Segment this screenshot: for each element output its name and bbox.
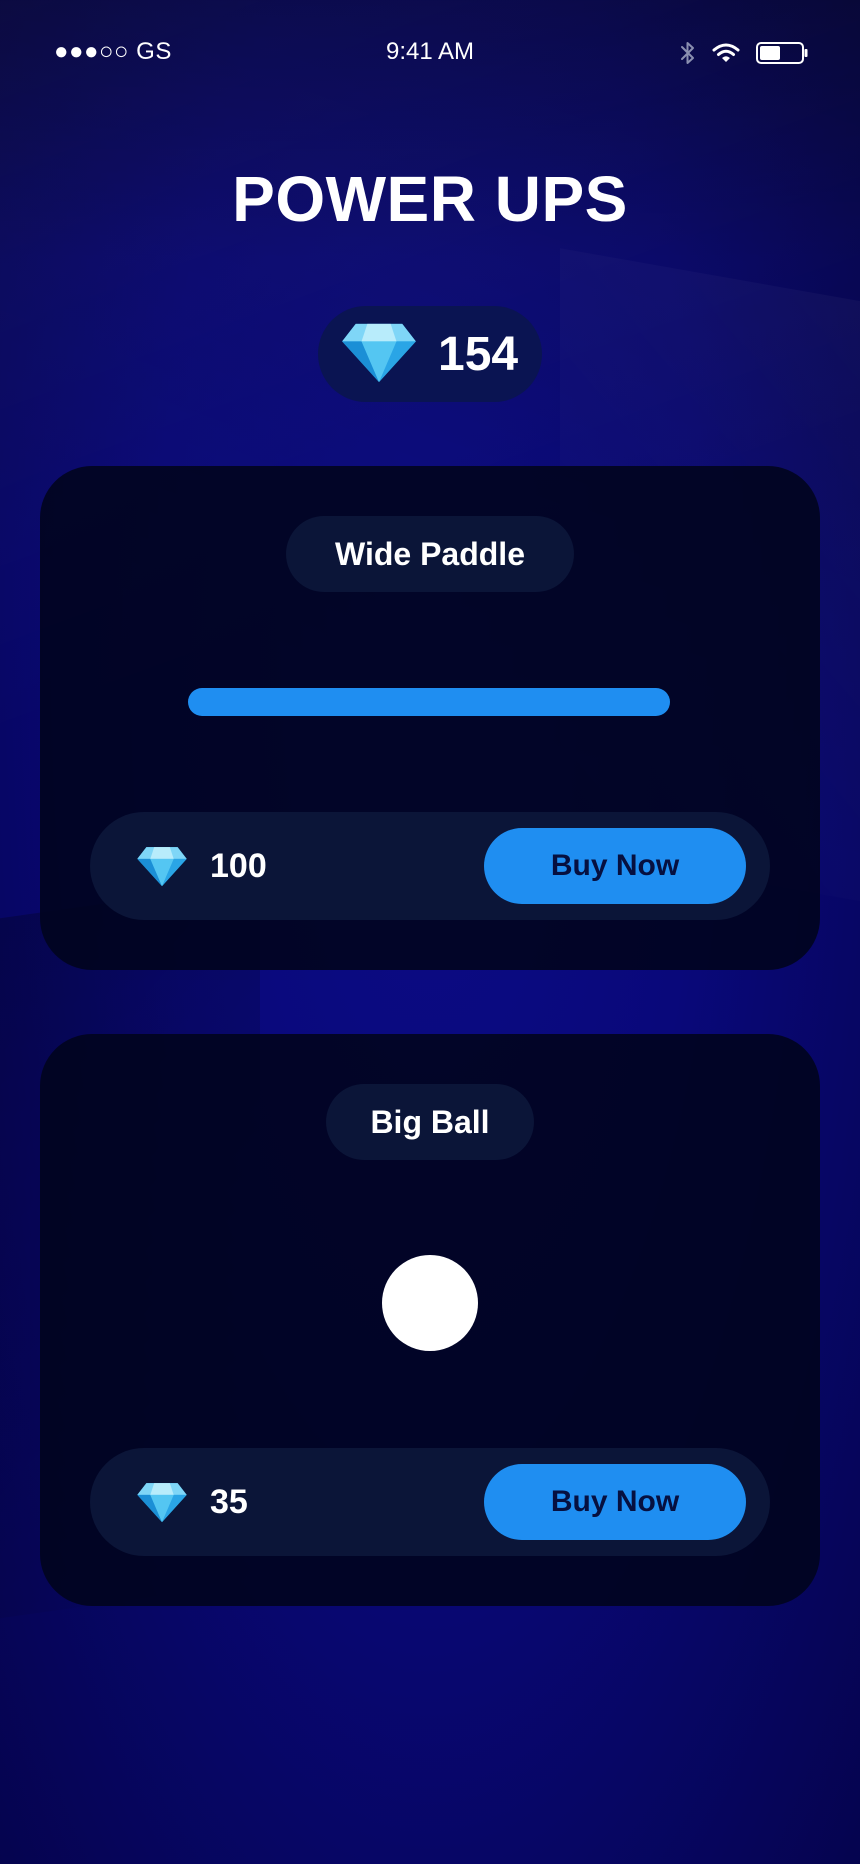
- power-up-name: Wide Paddle: [286, 516, 574, 592]
- power-up-card-wide-paddle: Wide Paddle 100 Buy Now: [40, 466, 820, 970]
- power-ups-screen: ●●●○○ GS 9:41 AM POWER UPS 154 Wide Padd…: [0, 0, 860, 1864]
- status-icons: [680, 40, 808, 66]
- buy-now-button[interactable]: Buy Now: [484, 1464, 746, 1540]
- power-up-name: Big Ball: [326, 1084, 534, 1160]
- wide-paddle-preview: [188, 688, 670, 716]
- bluetooth-icon: [680, 40, 696, 66]
- battery-icon: [756, 42, 808, 64]
- status-bar: ●●●○○ GS 9:41 AM: [0, 0, 860, 104]
- purchase-row: 100 Buy Now: [90, 812, 770, 920]
- price-value: 35: [210, 1482, 248, 1521]
- purchase-row: 35 Buy Now: [90, 1448, 770, 1556]
- buy-now-button[interactable]: Buy Now: [484, 828, 746, 904]
- big-ball-preview: [382, 1255, 478, 1351]
- page-title: POWER UPS: [232, 163, 628, 235]
- wifi-icon: [712, 42, 740, 64]
- gem-balance-value: 154: [438, 327, 519, 381]
- gem-icon: [340, 320, 418, 389]
- power-up-card-big-ball: Big Ball 35 Buy Now: [40, 1034, 820, 1606]
- price-value: 100: [210, 846, 267, 885]
- gem-balance: 154: [318, 306, 542, 402]
